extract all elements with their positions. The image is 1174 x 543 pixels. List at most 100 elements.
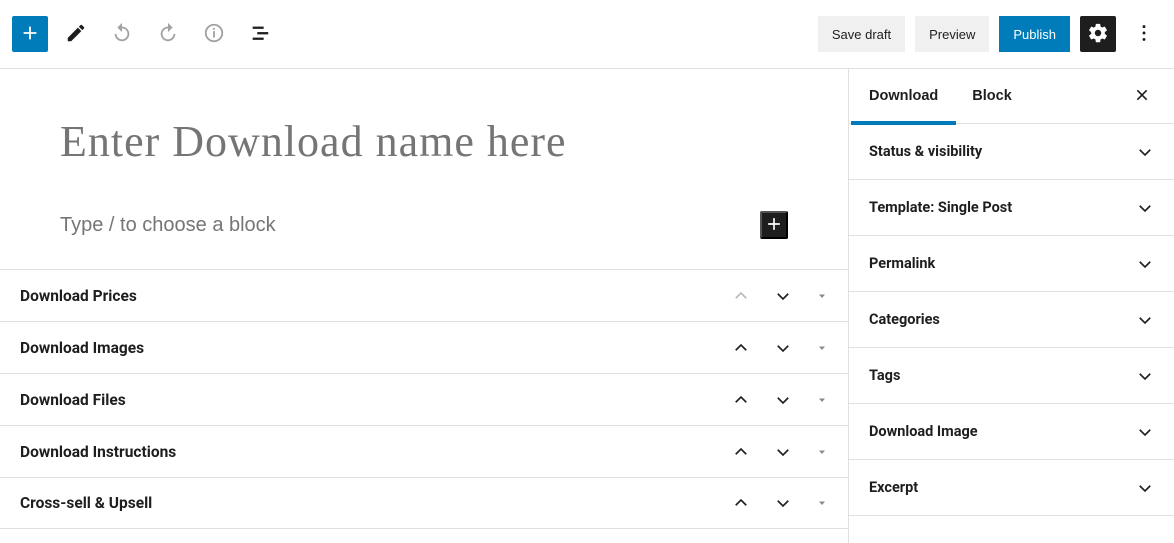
sidebar-section-title: Status & visibility (869, 143, 1136, 160)
chevron-down-icon (1136, 199, 1154, 217)
sidebar-section[interactable]: Permalink (849, 236, 1174, 292)
toolbar-right-group: Save draft Preview Publish (818, 16, 1162, 52)
meta-panel-controls (732, 443, 828, 461)
move-down-button[interactable] (774, 443, 792, 461)
move-up-button[interactable] (732, 287, 750, 305)
add-block-button[interactable] (12, 16, 48, 52)
sidebar-section-title: Download Image (869, 423, 1136, 440)
block-prompt-input[interactable] (60, 214, 760, 237)
undo-button[interactable] (104, 16, 140, 52)
edit-icon (65, 22, 87, 47)
move-down-button[interactable] (774, 391, 792, 409)
sidebar-sections: Status & visibility Template: Single Pos… (849, 124, 1174, 516)
chevron-up-icon (732, 500, 750, 515)
add-icon (19, 22, 41, 47)
tab-download[interactable]: Download (869, 69, 938, 124)
sidebar-section[interactable]: Tags (849, 348, 1174, 404)
move-down-button[interactable] (774, 494, 792, 512)
sidebar-section[interactable]: Excerpt (849, 460, 1174, 516)
save-draft-button[interactable]: Save draft (818, 16, 905, 52)
chevron-down-small-icon (816, 497, 828, 512)
editor-column: Download Prices Download Images (0, 69, 848, 543)
meta-panel-row[interactable]: Download Files (0, 373, 848, 425)
chevron-down-icon (1136, 367, 1154, 385)
sidebar-section-title: Template: Single Post (869, 199, 1136, 216)
chevron-down-icon (774, 500, 792, 515)
tab-block[interactable]: Block (972, 69, 1012, 124)
chevron-up-icon (732, 293, 750, 308)
sidebar-section[interactable]: Status & visibility (849, 124, 1174, 180)
block-prompt-row (60, 211, 788, 239)
redo-icon (157, 22, 179, 47)
close-icon (1134, 87, 1150, 106)
chevron-down-icon (1136, 423, 1154, 441)
download-title-input[interactable] (60, 119, 788, 165)
meta-panel-controls (732, 494, 828, 512)
chevron-down-icon (1136, 311, 1154, 329)
move-down-button[interactable] (774, 287, 792, 305)
outline-button[interactable] (242, 16, 278, 52)
move-up-button[interactable] (732, 494, 750, 512)
chevron-down-icon (1136, 143, 1154, 161)
move-up-button[interactable] (732, 391, 750, 409)
settings-icon (1087, 22, 1109, 47)
panel-toggle-button[interactable] (816, 446, 828, 458)
move-up-button[interactable] (732, 443, 750, 461)
chevron-down-icon (774, 293, 792, 308)
sidebar-section-title: Categories (869, 311, 1136, 328)
sidebar-section[interactable]: Categories (849, 292, 1174, 348)
workspace: Download Prices Download Images (0, 69, 1174, 543)
chevron-up-icon (732, 397, 750, 412)
chevron-down-icon (774, 345, 792, 360)
meta-panel-title: Download Files (20, 391, 732, 409)
panel-toggle-button[interactable] (816, 342, 828, 354)
editor-top (0, 69, 848, 269)
chevron-down-small-icon (816, 290, 828, 305)
chevron-down-small-icon (816, 342, 828, 357)
toolbar-left-group (12, 16, 278, 52)
sidebar-section[interactable]: Template: Single Post (849, 180, 1174, 236)
sidebar-section-title: Tags (869, 367, 1136, 384)
sidebar-section[interactable]: Download Image (849, 404, 1174, 460)
settings-sidebar: Download Block Status & visibility Templ… (848, 69, 1174, 543)
undo-icon (111, 22, 133, 47)
chevron-down-icon (1136, 479, 1154, 497)
info-button[interactable] (196, 16, 232, 52)
sidebar-tabs: Download Block (849, 69, 1174, 124)
meta-panel-title: Download Images (20, 339, 732, 357)
settings-button[interactable] (1080, 16, 1116, 52)
chevron-down-icon (774, 397, 792, 412)
meta-panel-title: Download Instructions (20, 443, 732, 461)
more-options-button[interactable] (1126, 16, 1162, 52)
meta-panel-title: Download Prices (20, 287, 732, 305)
meta-panel-row[interactable]: Download Images (0, 321, 848, 373)
chevron-up-icon (732, 345, 750, 360)
redo-button[interactable] (150, 16, 186, 52)
meta-panel-controls (732, 287, 828, 305)
panel-toggle-button[interactable] (816, 497, 828, 509)
meta-panel-title: Cross-sell & Upsell (20, 494, 732, 512)
info-icon (203, 22, 225, 47)
add-icon (764, 214, 784, 237)
chevron-up-icon (732, 449, 750, 464)
meta-panel-controls (732, 339, 828, 357)
meta-panels: Download Prices Download Images (0, 269, 848, 529)
move-down-button[interactable] (774, 339, 792, 357)
meta-panel-row[interactable]: Download Prices (0, 269, 848, 321)
meta-panel-row[interactable]: Cross-sell & Upsell (0, 477, 848, 529)
preview-button[interactable]: Preview (915, 16, 989, 52)
sidebar-close-button[interactable] (1130, 84, 1154, 108)
sidebar-section-title: Excerpt (869, 479, 1136, 496)
chevron-down-icon (774, 449, 792, 464)
publish-button[interactable]: Publish (999, 16, 1070, 52)
panel-toggle-button[interactable] (816, 290, 828, 302)
chevron-down-icon (1136, 255, 1154, 273)
edit-tool-button[interactable] (58, 16, 94, 52)
move-up-button[interactable] (732, 339, 750, 357)
panel-toggle-button[interactable] (816, 394, 828, 406)
chevron-down-small-icon (816, 446, 828, 461)
meta-panel-row[interactable]: Download Instructions (0, 425, 848, 477)
editor-toolbar: Save draft Preview Publish (0, 0, 1174, 69)
sidebar-section-title: Permalink (869, 255, 1136, 272)
add-block-inline-button[interactable] (760, 211, 788, 239)
